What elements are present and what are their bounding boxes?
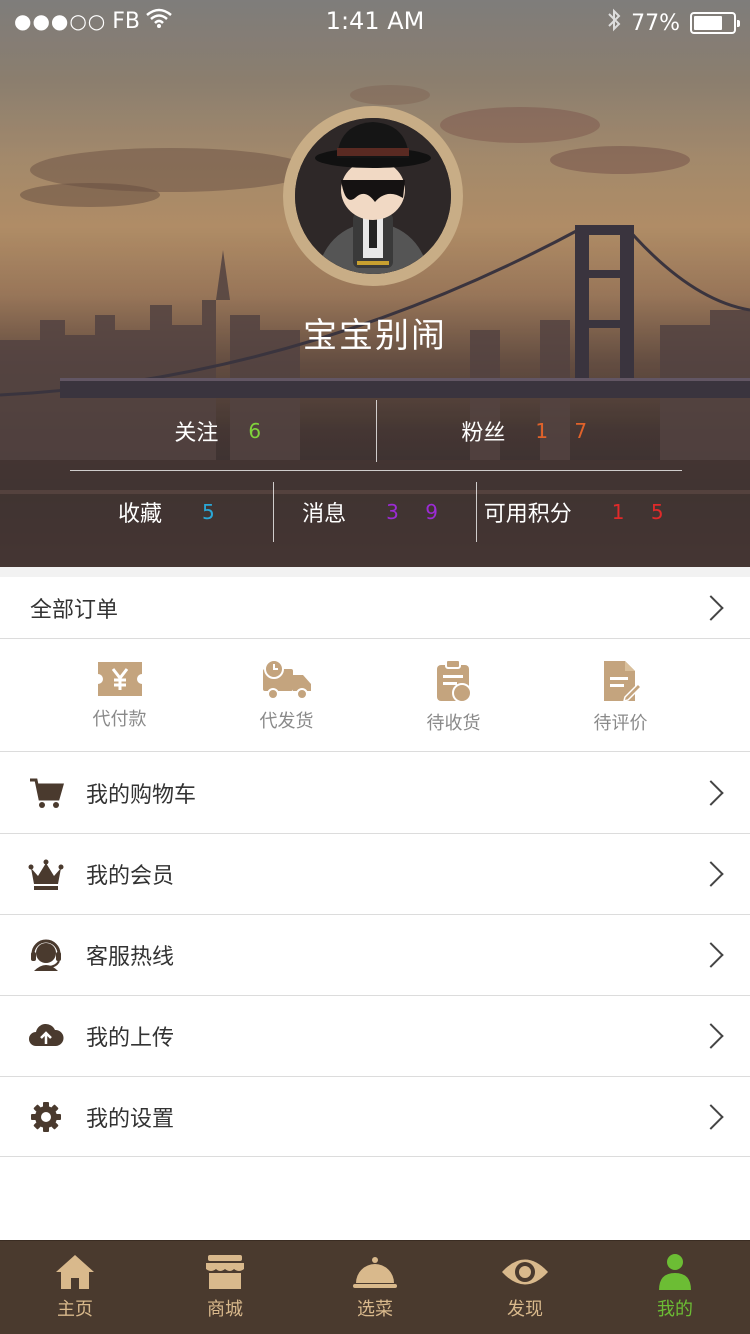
stat-favorites[interactable]: 收藏 5 [70, 482, 273, 542]
menu-item-cart[interactable]: 我的购物车 [0, 753, 750, 834]
chevron-right-icon [698, 1103, 724, 1130]
stat-favorites-label: 收藏 [117, 502, 162, 527]
crown-icon [28, 859, 64, 890]
battery-icon [690, 12, 740, 34]
menu-item-customer-service[interactable]: 客服热线 [0, 915, 750, 996]
home-icon [56, 1255, 94, 1289]
person-icon [659, 1254, 691, 1290]
order-pending-shipment[interactable]: 代发货 [203, 639, 370, 751]
tab-store[interactable]: 商城 [150, 1241, 300, 1334]
order-pending-review-label: 待评价 [593, 713, 648, 734]
stat-follow-value: 6 [248, 419, 272, 443]
avatar-frame[interactable] [283, 106, 463, 286]
stat-follow[interactable]: 关注 6 [70, 400, 376, 462]
eye-icon [502, 1259, 548, 1285]
tab-dishes-label: 选菜 [357, 1299, 393, 1320]
menu-item-membership[interactable]: 我的会员 [0, 834, 750, 915]
bottom-tab-bar: 主页 商城 选菜 发现 我的 [0, 1240, 750, 1334]
tab-dishes[interactable]: 选菜 [300, 1241, 450, 1334]
tab-store-label: 商城 [207, 1299, 243, 1320]
section-gap [0, 567, 750, 577]
status-bar: ●●●○○ FB 1:41 AM 77% [0, 0, 750, 42]
order-pending-receipt-label: 待收货 [426, 713, 481, 734]
cart-icon [30, 778, 64, 808]
stat-fans-label: 粉丝 [461, 421, 506, 446]
truck-clock-icon [262, 659, 311, 700]
menu-item-settings-label: 我的设置 [86, 1106, 175, 1132]
chevron-right-icon [698, 594, 724, 621]
document-edit-icon [603, 661, 641, 703]
cloud-upload-icon [29, 1023, 64, 1046]
battery-percent: 77% [631, 10, 680, 36]
menu-item-settings[interactable]: 我的设置 [0, 1077, 750, 1157]
avatar[interactable] [295, 118, 451, 274]
avatar-illustration [295, 118, 451, 274]
stat-points[interactable]: 可用积分 1 5 [476, 482, 680, 542]
username: 宝宝别闹 [303, 316, 447, 356]
stat-favorites-value: 5 [201, 500, 225, 524]
stat-messages-value: 3 9 [386, 500, 448, 524]
tab-home-label: 主页 [57, 1299, 93, 1320]
order-pending-payment[interactable]: 代付款 [36, 639, 203, 751]
order-pending-payment-label: 代付款 [92, 709, 147, 730]
tab-discover[interactable]: 发现 [450, 1241, 600, 1334]
all-orders-label: 全部订单 [30, 597, 119, 623]
clipboard-receive-icon [436, 659, 472, 703]
order-pending-shipment-label: 代发货 [259, 711, 314, 732]
ticket-yuan-icon [97, 662, 142, 696]
headset-icon [31, 939, 61, 971]
stats-divider [70, 470, 682, 471]
stat-fans-value: 1 7 [535, 419, 598, 443]
empty-space [0, 1157, 750, 1240]
menu-item-cart-label: 我的购物车 [86, 783, 197, 808]
stat-fans[interactable]: 粉丝 1 7 [375, 400, 683, 462]
stat-points-value: 1 5 [611, 500, 674, 524]
order-pending-receipt[interactable]: 待收货 [370, 639, 537, 751]
order-status-bar: 代付款 代发货 待收货 待评价 [0, 639, 750, 752]
tab-profile[interactable]: 我的 [600, 1241, 750, 1334]
tab-profile-label: 我的 [657, 1299, 693, 1320]
order-pending-review[interactable]: 待评价 [537, 639, 704, 751]
menu-item-customer-service-label: 客服热线 [86, 945, 175, 970]
dish-cover-icon [353, 1257, 397, 1288]
menu-item-uploads-label: 我的上传 [86, 1026, 175, 1051]
stat-points-label: 可用积分 [483, 502, 572, 527]
chevron-right-icon [698, 942, 724, 968]
store-icon [206, 1255, 244, 1289]
stat-follow-label: 关注 [174, 421, 219, 446]
all-orders-row[interactable]: 全部订单 [0, 577, 750, 639]
chevron-right-icon [698, 1023, 724, 1049]
profile-header: ●●●○○ FB 1:41 AM 77% 宝宝别闹 关注 6 粉丝 1 7 收藏… [0, 0, 750, 567]
chevron-right-icon [698, 780, 724, 806]
gear-icon [31, 1101, 61, 1132]
tab-discover-label: 发现 [507, 1299, 543, 1320]
bluetooth-icon [607, 8, 621, 38]
stat-messages-label: 消息 [302, 502, 347, 527]
chevron-right-icon [698, 861, 724, 887]
stats-row-primary: 关注 6 粉丝 1 7 [70, 400, 682, 462]
tab-home[interactable]: 主页 [0, 1241, 150, 1334]
stat-messages[interactable]: 消息 3 9 [272, 482, 477, 542]
menu-item-membership-label: 我的会员 [86, 864, 175, 889]
menu-item-uploads[interactable]: 我的上传 [0, 996, 750, 1077]
stats-row-secondary: 收藏 5 消息 3 9 可用积分 1 5 [70, 482, 680, 542]
